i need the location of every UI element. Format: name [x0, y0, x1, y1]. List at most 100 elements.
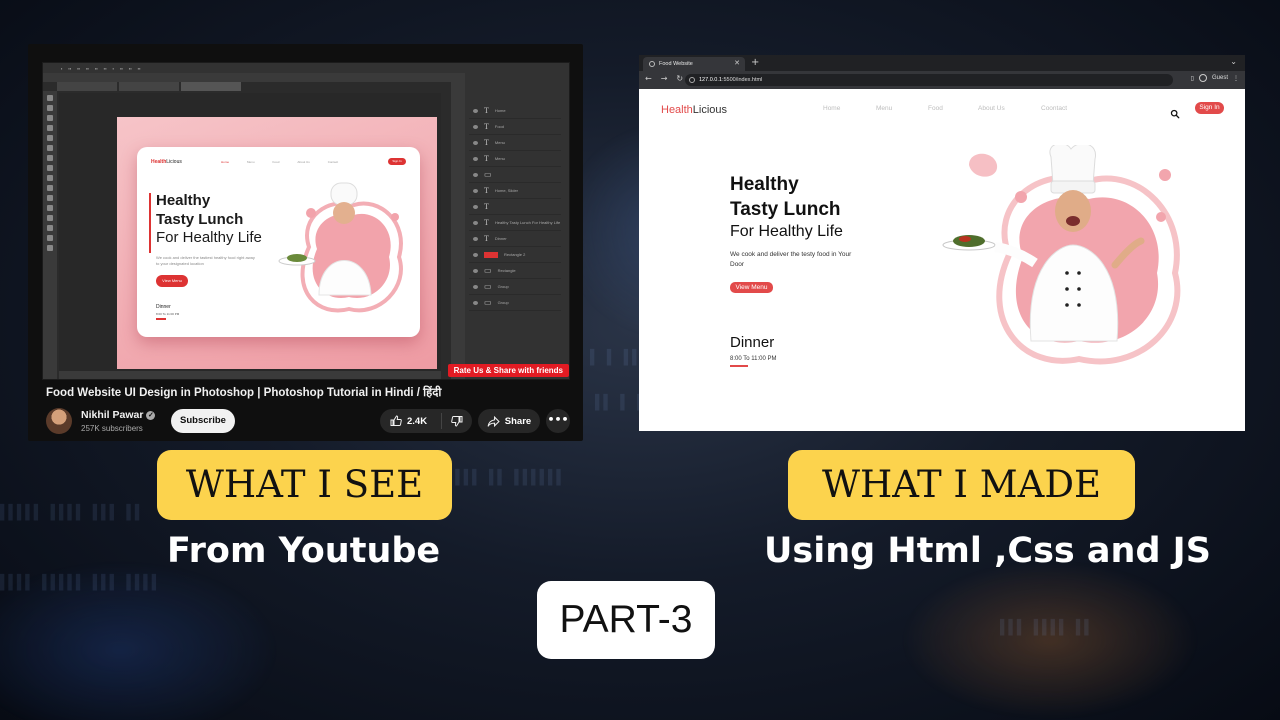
ps-layer-row: T Home [469, 103, 561, 119]
site-nav-food[interactable]: Food [928, 105, 978, 112]
text-layer-icon: T [484, 234, 489, 243]
ps-menu-item: ▪▪ [68, 65, 72, 71]
reload-icon[interactable]: ↻ [676, 74, 683, 83]
preview-nav-home: Home [221, 160, 230, 164]
like-button[interactable]: 2.4K [380, 413, 442, 429]
ps-menu-item: ▪▪ [94, 65, 98, 71]
preview-signin-button: Sign In [388, 158, 406, 165]
verified-check-icon: ✓ [146, 411, 156, 420]
preview-headline-line2: Tasty Lunch [156, 211, 244, 228]
guest-avatar-icon[interactable] [1198, 74, 1207, 82]
ps-tool-icon [47, 215, 53, 221]
browser-tab-food-website[interactable]: Food Website ✕ [643, 57, 745, 71]
chevron-down-icon[interactable]: ⌄ [1230, 57, 1237, 66]
site-logo[interactable]: HealthLicious [661, 104, 727, 116]
like-count: 2.4K [407, 415, 428, 427]
subscribe-button[interactable]: Subscribe [171, 409, 235, 433]
photoshop-layers-panel: T Home T Food T Menu T Menu ▭ T Home, Slider … [451, 73, 569, 379]
sign-in-button[interactable]: Sign In [1195, 102, 1224, 114]
ps-layer-name: Rectangle 2 [504, 252, 526, 257]
eye-icon [473, 156, 478, 161]
close-tab-icon[interactable]: ✕ [734, 59, 740, 67]
share-button[interactable]: Share [478, 409, 540, 433]
ps-menu-item: ▪▪ [86, 65, 89, 71]
background-code-line: ▌▌▌ ▌▌▌▌ ▌▌ [1000, 620, 1093, 636]
preview-subheadline: For Healthy Life [156, 229, 262, 246]
address-bar[interactable]: 127.0.0.1:5500/index.html [685, 74, 1173, 86]
ps-tool-icon [47, 165, 53, 171]
photoshop-menubar: ▪ ▪▪ ▪▪ ▪▪ ▪▪ ▪▪ ▪ ▪▪ ▪▪ ▪▪ [43, 63, 569, 73]
background-code-line: ▌▌▌▌▌ ▌▌▌▌ ▌▌▌ ▌▌ [0, 505, 144, 521]
site-nav: Home Menu Food About Us Coontact [823, 105, 1067, 112]
ps-layer-row: ▭ Group [469, 279, 561, 295]
forward-arrow-icon[interactable]: → [661, 74, 668, 83]
text-layer-icon: T [484, 186, 489, 195]
from-youtube-label: From Youtube [167, 531, 441, 571]
ps-layer-name: Menu [494, 156, 505, 161]
channel-name[interactable]: Nikhil Pawar ✓ [81, 409, 156, 421]
site-nav-contact[interactable]: Coontact [1041, 105, 1067, 112]
what-i-see-label: WHAT I SEE [157, 450, 452, 520]
search-icon[interactable] [1170, 104, 1180, 123]
photoshop-status-bar [59, 371, 441, 379]
back-arrow-icon[interactable]: ← [645, 74, 652, 83]
channel-name-text: Nikhil Pawar [81, 409, 144, 421]
ps-menu-item: ▪▪ [120, 65, 123, 71]
ps-layer-row: T Menu [469, 135, 561, 151]
preview-dinner-title: Dinner [156, 304, 171, 310]
preview-logo-accent: Health [151, 159, 167, 165]
preview-underline [156, 318, 166, 320]
background-code-line: ▌▌▌▌ ▌▌▌▌▌ ▌▌▌ ▌▌▌▌ [0, 575, 161, 591]
ps-layer-row: T Healthy Tasty Lunch For Healthy Life [469, 215, 561, 231]
eye-icon [473, 268, 478, 273]
more-options-button[interactable]: ••• [546, 409, 570, 433]
kebab-menu-icon[interactable]: ⋮ [1233, 75, 1239, 82]
dislike-button[interactable] [442, 415, 472, 427]
ps-menu-item: ▪ [61, 65, 63, 71]
ps-layer-name: Home, Slider [494, 188, 519, 193]
preview-view-menu-button: View Menu [156, 275, 188, 287]
ps-panel-dock [451, 73, 465, 379]
guest-profile-button[interactable]: Guest [1212, 75, 1228, 81]
site-info-icon[interactable] [689, 77, 695, 83]
new-tab-button[interactable]: + [751, 57, 759, 68]
channel-avatar[interactable] [46, 408, 72, 434]
preview-navbar: HealthLicious Home Menu Food About Us Co… [151, 158, 406, 167]
preview-nav-food: Food [272, 160, 280, 164]
ps-tool-icon [47, 115, 53, 121]
subscriber-count: 257K subscribers [81, 424, 143, 433]
folder-icon: ▭ [484, 298, 492, 307]
site-nav-about[interactable]: About Us [978, 105, 1041, 112]
ps-layer-row: ▭ Group [469, 295, 561, 311]
ps-layer-row: T Food [469, 119, 561, 135]
photoshop-document-tabs [57, 82, 449, 91]
preview-logo: HealthLicious [151, 159, 182, 165]
part-3-label: PART-3 [537, 581, 715, 659]
folder-icon: ▭ [484, 266, 492, 275]
rate-share-badge: Rate Us & Share with friends [447, 364, 569, 377]
site-nav-home[interactable]: Home [823, 105, 876, 112]
dinner-time: 8:00 To 11:00 PM [730, 356, 777, 362]
share-arrow-icon [487, 415, 500, 427]
ps-layer-row: Rectangle 2 [469, 247, 561, 263]
ps-tool-icon [47, 145, 53, 151]
sidebar-icon[interactable]: ▯ [1191, 75, 1194, 82]
video-title[interactable]: Food Website UI Design in Photoshop | Ph… [46, 385, 441, 400]
eye-icon [473, 284, 478, 289]
ps-tool-icon [47, 235, 53, 241]
preview-accent-bar [149, 193, 151, 253]
ps-doc-tab [57, 82, 117, 91]
eye-icon [473, 204, 478, 209]
view-menu-button[interactable]: View Menu [730, 282, 773, 293]
preview-nav-contact: Contact [327, 160, 339, 164]
ps-tool-icon [47, 105, 53, 111]
preview-nav-links: Home Menu Food About Us Contact [221, 160, 338, 164]
hero-paragraph: We cook and deliver the testy food in Yo… [730, 251, 852, 268]
ps-tool-icon [47, 125, 53, 131]
browser-toolbar: ← → ↻ 127.0.0.1:5500/index.html ▯ Guest … [639, 71, 1245, 89]
ps-tool-icon [47, 195, 53, 201]
eye-icon [473, 108, 478, 113]
site-nav-menu[interactable]: Menu [876, 105, 928, 112]
eye-icon [473, 252, 478, 257]
folder-icon: ▭ [484, 282, 492, 291]
